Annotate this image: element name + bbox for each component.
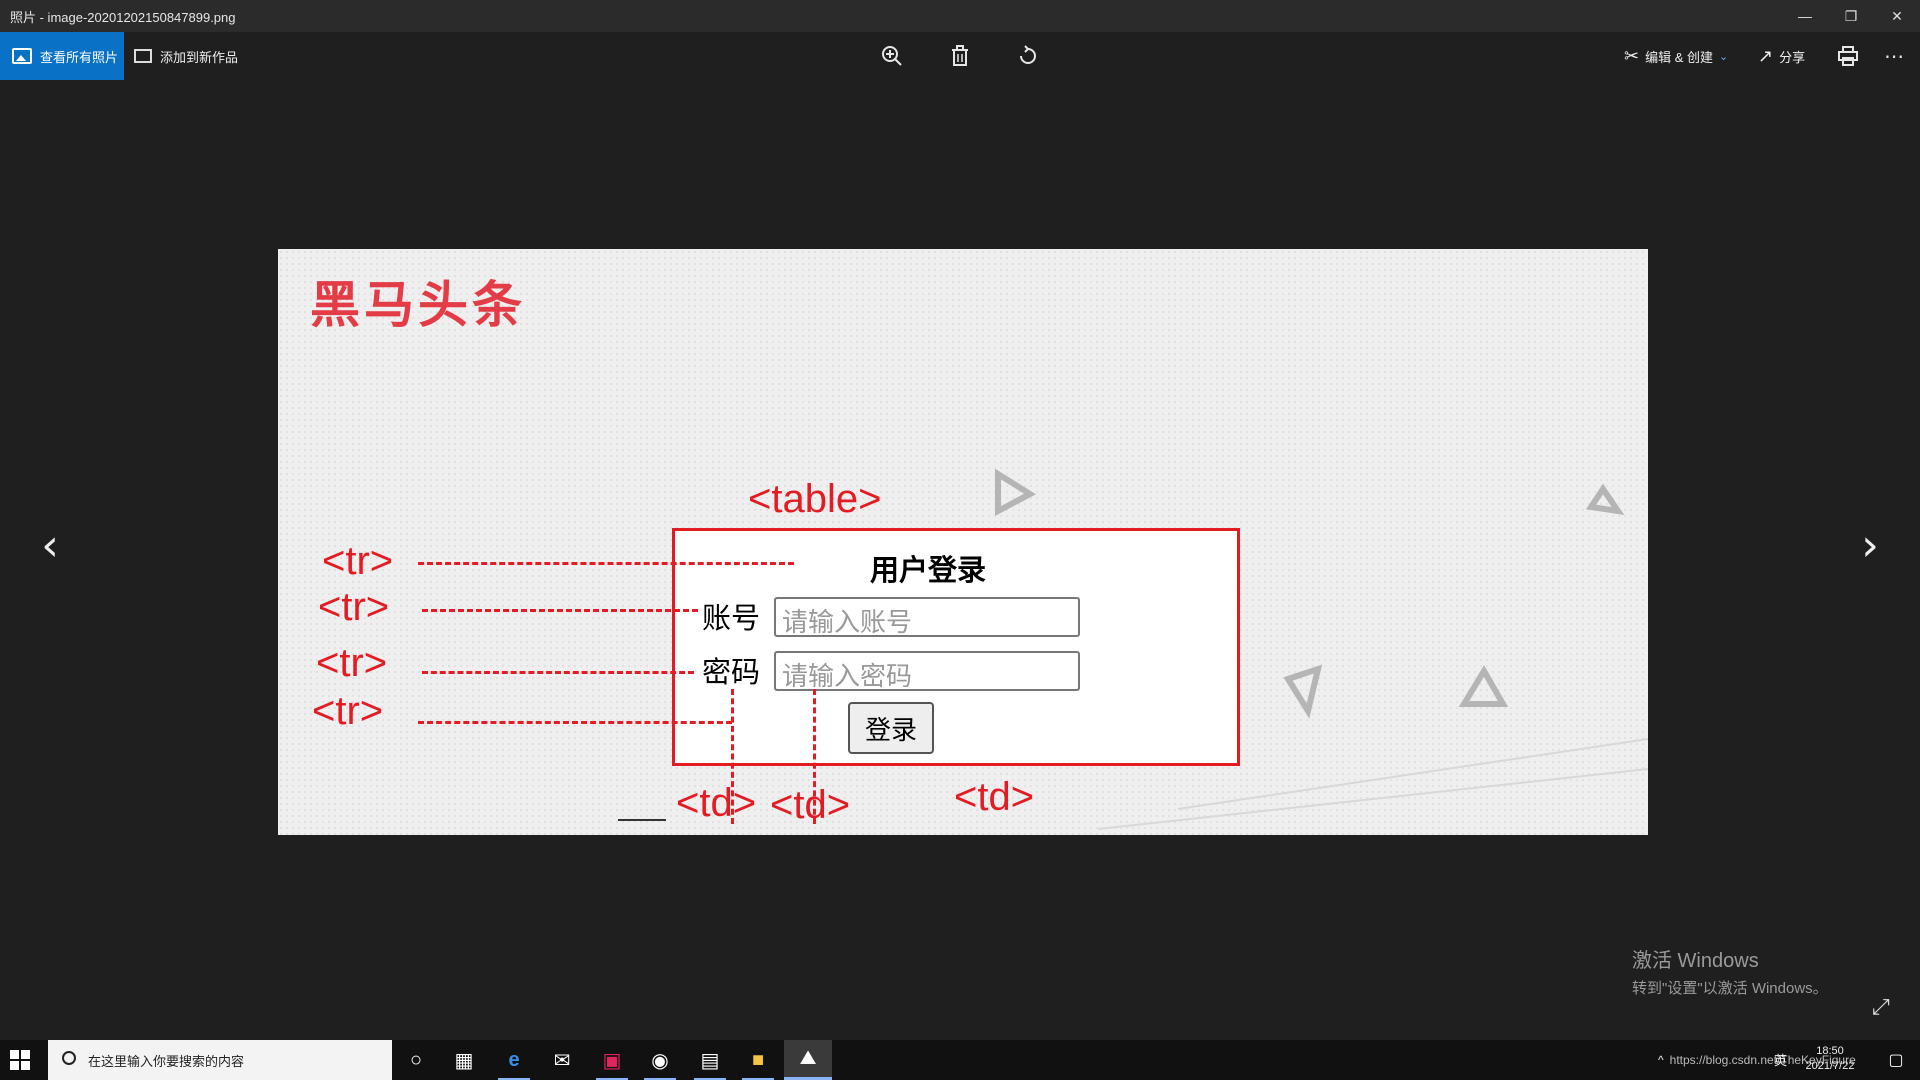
more-options-icon[interactable]: ⋯ bbox=[1878, 40, 1910, 72]
window-title: 照片 - image-20201202150847899.png bbox=[10, 9, 236, 25]
tray-overflow-icon[interactable]: ^ bbox=[1658, 1053, 1664, 1067]
app-toolbar: 查看所有照片 添加到新作品 ✂ 编辑 & 创建 ⌄ ↗ 分享 ⋯ bbox=[0, 32, 1920, 80]
account-input: 请输入账号 bbox=[774, 597, 1080, 638]
underline-mark bbox=[618, 819, 666, 821]
login-title: 用户登录 bbox=[869, 553, 986, 587]
ide-icon[interactable]: ▣ bbox=[588, 1040, 636, 1080]
activation-watermark: 激活 Windows 转到"设置"以激活 Windows。 bbox=[1632, 944, 1828, 998]
share-button[interactable]: ↗ 分享 bbox=[1758, 32, 1805, 80]
photos-app-icon[interactable]: ⛰ bbox=[784, 1040, 832, 1080]
delete-icon[interactable] bbox=[944, 40, 976, 72]
add-to-work-label: 添加到新作品 bbox=[160, 49, 239, 65]
task-view-icon[interactable]: ▦ bbox=[440, 1040, 488, 1080]
tr-tag-label-2: <tr> bbox=[318, 585, 390, 629]
text-editor-icon[interactable]: ▤ bbox=[686, 1040, 734, 1080]
tr-dash-line-4 bbox=[418, 721, 732, 724]
taskbar-search-placeholder: 在这里输入你要搜索的内容 bbox=[88, 1053, 245, 1069]
edit-create-button[interactable]: ✂ 编辑 & 创建 ⌄ bbox=[1624, 32, 1728, 80]
watermark-line-1: 激活 Windows bbox=[1632, 950, 1759, 972]
restore-button[interactable]: ❐ bbox=[1828, 0, 1874, 32]
edit-icon: ✂ bbox=[1624, 45, 1640, 66]
account-label: 账号 bbox=[702, 601, 761, 635]
chevron-down-icon: ⌄ bbox=[1719, 50, 1729, 63]
search-icon bbox=[62, 1051, 76, 1065]
edge-browser-icon[interactable]: e bbox=[490, 1040, 538, 1080]
password-input: 请输入密码 bbox=[774, 651, 1080, 692]
taskbar-clock[interactable]: 18:50 2021/7/22 bbox=[1800, 1044, 1860, 1074]
td-tag-label-3: <td> bbox=[954, 775, 1035, 819]
mail-icon[interactable]: ✉ bbox=[538, 1040, 586, 1080]
zoom-icon[interactable] bbox=[876, 40, 908, 72]
cortana-icon[interactable]: ○ bbox=[392, 1040, 440, 1080]
windows-start-icon[interactable] bbox=[10, 1050, 30, 1070]
next-photo-button[interactable]: › bbox=[1850, 520, 1890, 571]
tr-dash-line-3 bbox=[422, 671, 694, 674]
previous-photo-button[interactable]: ‹ bbox=[30, 520, 70, 571]
watermark-line-2: 转到"设置"以激活 Windows。 bbox=[1632, 980, 1828, 997]
browser-icon[interactable]: ◉ bbox=[636, 1040, 684, 1080]
file-explorer-icon[interactable]: ■ bbox=[734, 1040, 782, 1080]
taskbar-search-box[interactable]: 在这里输入你要搜索的内容 bbox=[48, 1040, 392, 1080]
minimize-button[interactable]: — bbox=[1782, 0, 1828, 32]
view-all-photos-label: 查看所有照片 bbox=[40, 49, 119, 65]
taskbar: 在这里输入你要搜索的内容 ○ ▦ e ✉ ▣ ◉ ▤ ■ ⛰ ^ https:/… bbox=[0, 1040, 1920, 1080]
view-all-photos-button[interactable]: 查看所有照片 bbox=[0, 32, 124, 80]
tr-tag-label-1: <tr> bbox=[322, 539, 394, 583]
fullscreen-expand-icon[interactable]: ⤢ bbox=[1872, 994, 1890, 1020]
share-label: 分享 bbox=[1779, 49, 1806, 65]
clock-time: 18:50 bbox=[1816, 1045, 1844, 1057]
edit-create-label: 编辑 & 创建 bbox=[1645, 49, 1713, 65]
ime-indicator[interactable]: 英 bbox=[1774, 1050, 1787, 1069]
displayed-photo: 黑马头条 <table> 用户登录 账号 请输入账号 密码 请输入密码 登录 <… bbox=[278, 249, 1648, 835]
login-submit-button: 登录 bbox=[848, 702, 934, 754]
rotate-icon[interactable] bbox=[1012, 40, 1044, 72]
share-icon: ↗ bbox=[1758, 45, 1774, 66]
tr-dash-line-2 bbox=[422, 609, 698, 612]
tr-dash-line-1 bbox=[418, 562, 794, 565]
print-icon[interactable] bbox=[1832, 40, 1864, 72]
close-button[interactable]: ✕ bbox=[1874, 0, 1920, 32]
tr-tag-label-3: <tr> bbox=[316, 641, 388, 685]
tr-tag-label-4: <tr> bbox=[312, 689, 384, 733]
add-to-work-button[interactable]: 添加到新作品 bbox=[134, 32, 238, 80]
td-tag-label-2: <td> bbox=[770, 783, 851, 827]
notification-icon[interactable]: ▢ bbox=[1872, 1040, 1920, 1080]
clock-date: 2021/7/22 bbox=[1805, 1060, 1855, 1072]
photo-icon bbox=[12, 48, 32, 64]
td-tag-label-1: <td> bbox=[676, 781, 757, 825]
password-label: 密码 bbox=[702, 655, 761, 689]
table-tag-label: <table> bbox=[748, 477, 882, 521]
title-bar: 照片 - image-20201202150847899.png — ❐ ✕ bbox=[0, 0, 1920, 32]
add-to-work-icon bbox=[134, 49, 152, 63]
